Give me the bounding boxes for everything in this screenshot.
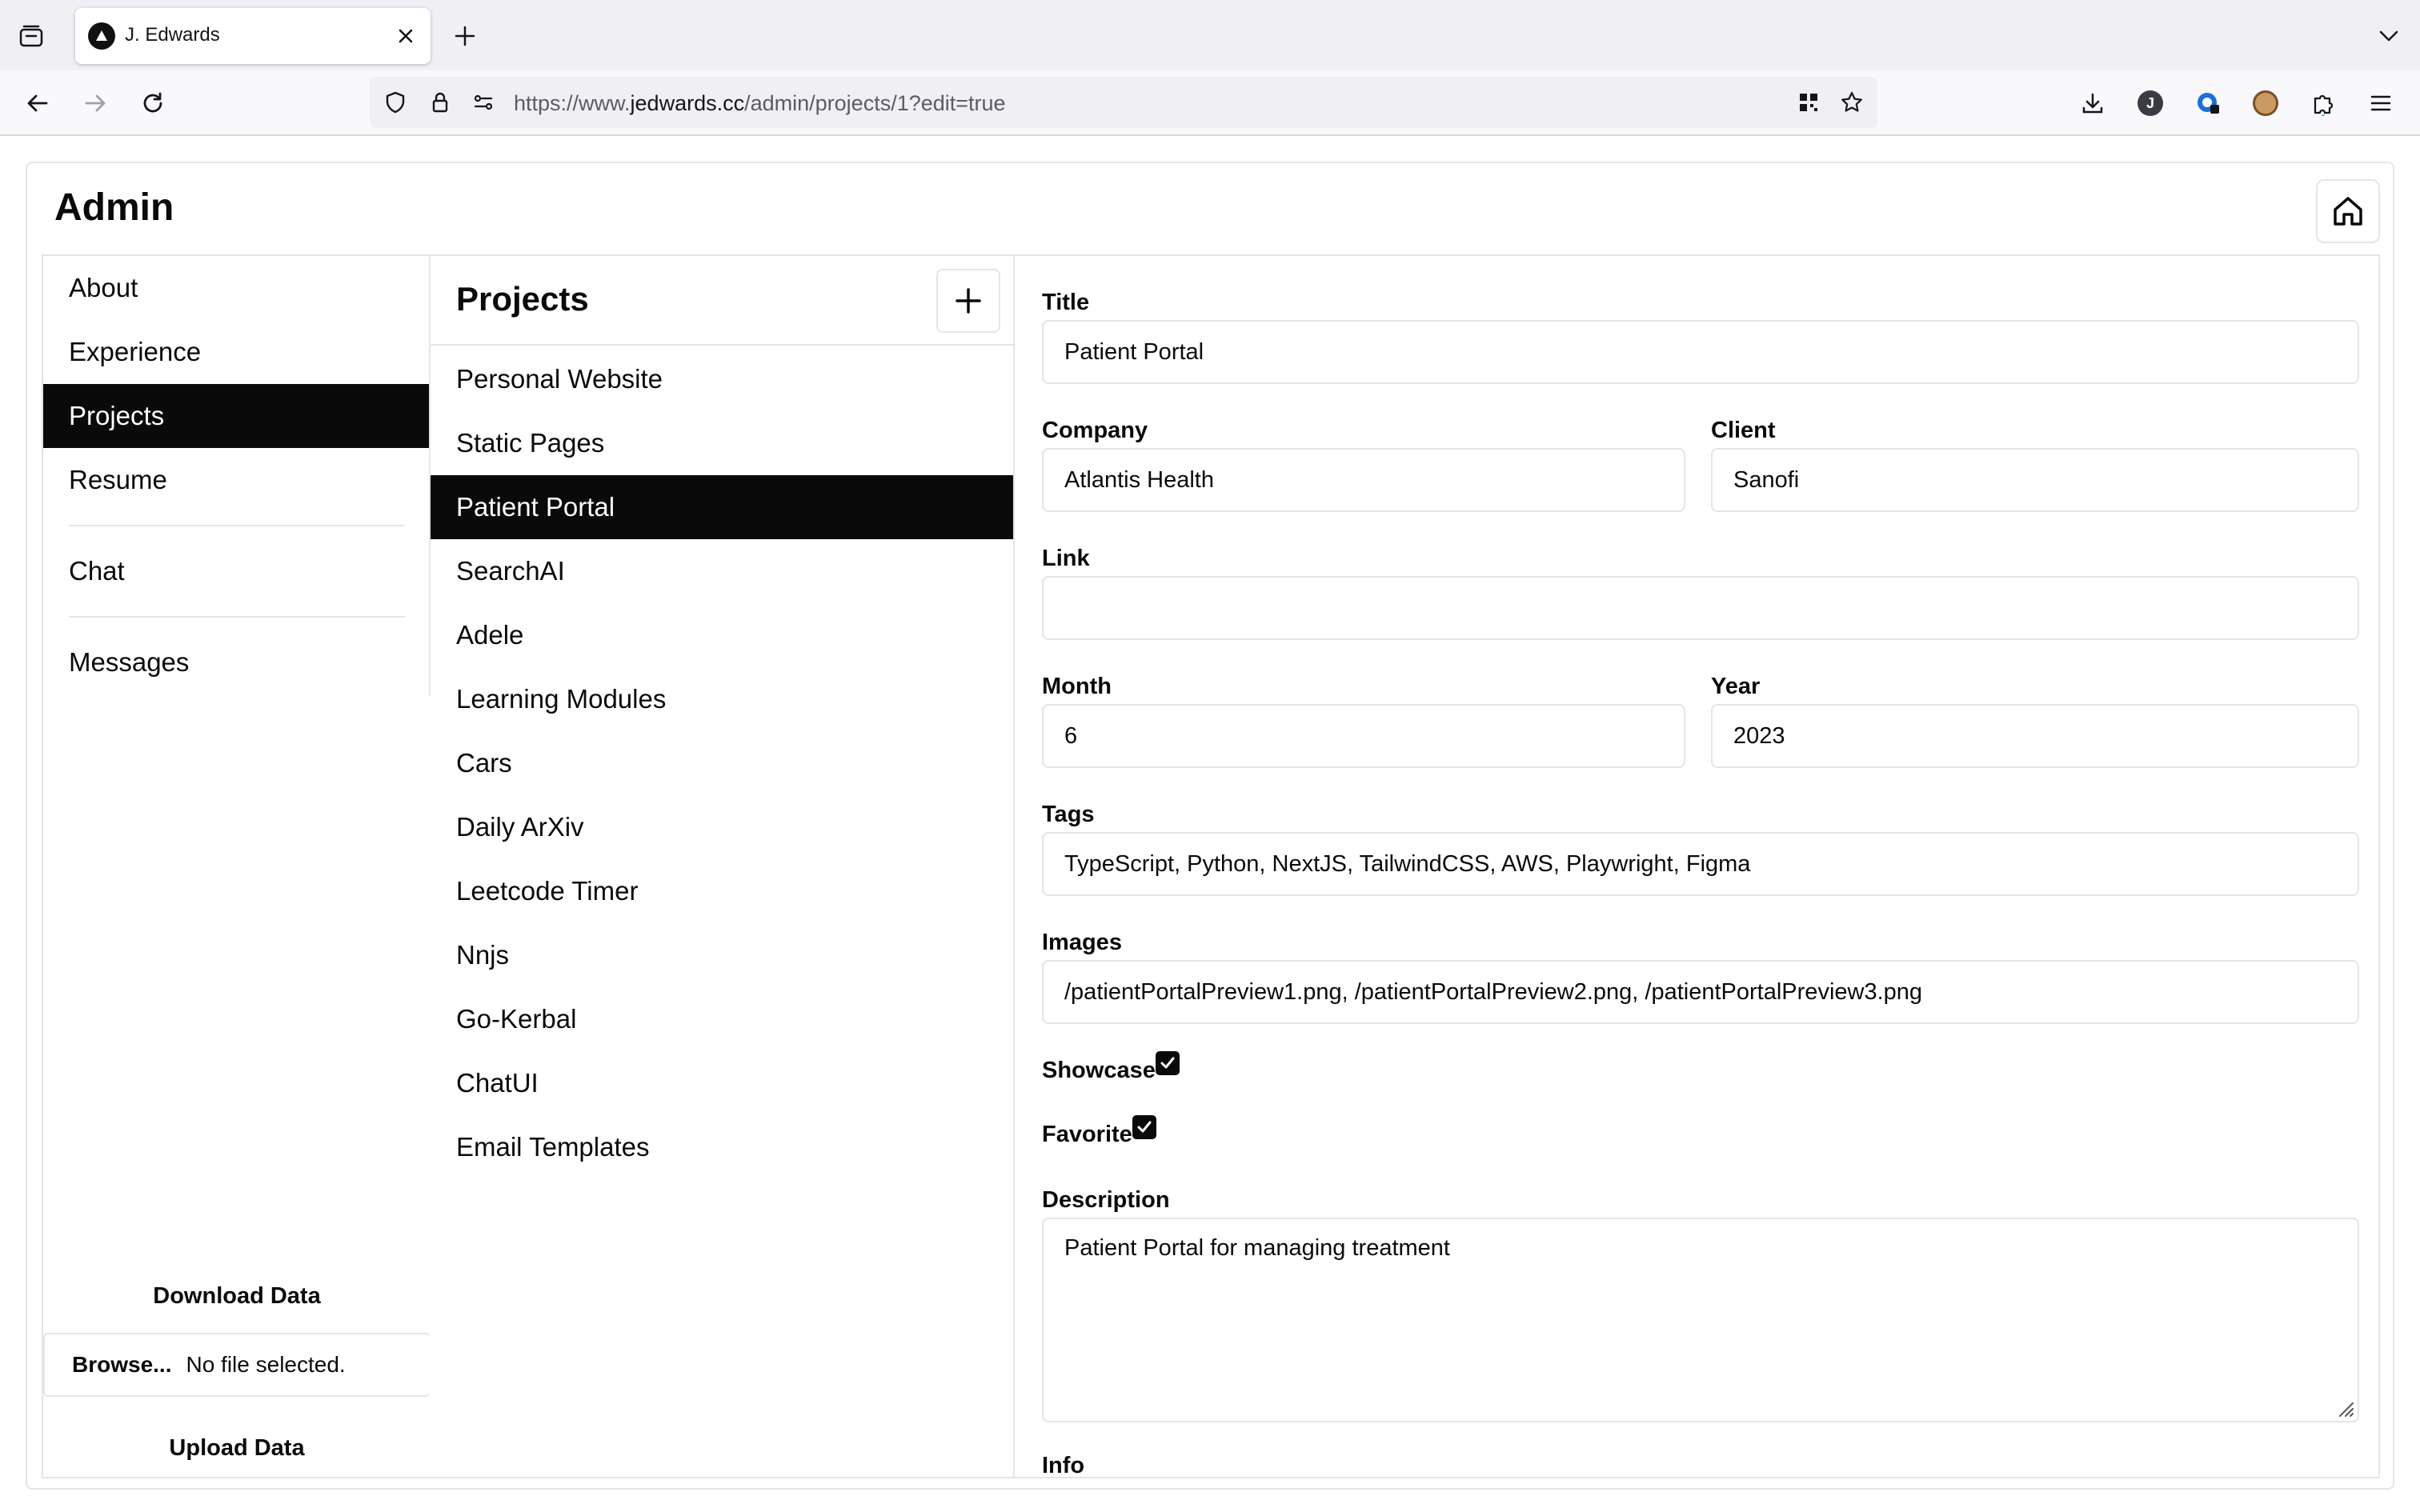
- new-tab-icon[interactable]: [448, 19, 482, 53]
- close-tab-icon[interactable]: [392, 22, 419, 50]
- profile-avatar[interactable]: J: [2132, 85, 2169, 122]
- images-input[interactable]: /patientPortalPreview1.png, /patientPort…: [1042, 960, 2359, 1024]
- tab-list-icon[interactable]: [14, 19, 48, 53]
- bookmark-star-icon[interactable]: [1837, 88, 1866, 117]
- month-input[interactable]: 6: [1042, 704, 1685, 768]
- add-project-button[interactable]: [936, 269, 1000, 333]
- project-item[interactable]: Learning Modules: [431, 667, 1013, 731]
- forward-arrow-icon[interactable]: [77, 85, 114, 122]
- url-path: /admin/projects/1?edit=true: [744, 91, 1006, 115]
- downloads-icon[interactable]: [2074, 85, 2111, 122]
- upload-data-button[interactable]: Upload Data: [43, 1418, 431, 1478]
- project-item[interactable]: Daily ArXiv: [431, 795, 1013, 859]
- year-label: Year: [1711, 674, 1761, 699]
- description-label: Description: [1042, 1187, 1170, 1213]
- project-item[interactable]: Go-Kerbal: [431, 987, 1013, 1051]
- sidebar-item-experience[interactable]: Experience: [43, 320, 429, 384]
- project-item[interactable]: Personal Website: [431, 347, 1013, 411]
- info-label: Info: [1042, 1453, 1085, 1477]
- project-edit-form: Title Patient Portal Company Atlantis He…: [1015, 256, 2378, 1477]
- sidebar-item-resume[interactable]: Resume: [43, 448, 429, 512]
- favorite-checkbox[interactable]: [1132, 1115, 1156, 1139]
- sidebar-item-projects[interactable]: Projects: [43, 384, 429, 448]
- tracking-shield-icon[interactable]: [381, 88, 410, 117]
- images-label: Images: [1042, 930, 1122, 955]
- profile-initial: J: [2138, 90, 2163, 116]
- admin-card: Admin About Experience Projects Resume C…: [26, 162, 2394, 1490]
- download-data-button[interactable]: Download Data: [43, 1266, 431, 1326]
- browse-button[interactable]: Browse...: [72, 1352, 171, 1377]
- tags-input[interactable]: TypeScript, Python, NextJS, TailwindCSS,…: [1042, 832, 2359, 896]
- company-label: Company: [1042, 418, 1148, 443]
- tags-label: Tags: [1042, 802, 1095, 827]
- showcase-label: Showcase: [1042, 1058, 1156, 1083]
- sidebar-item-messages[interactable]: Messages: [43, 630, 429, 694]
- back-arrow-icon[interactable]: [19, 85, 56, 122]
- file-upload-input[interactable]: Browse... No file selected.: [43, 1333, 431, 1397]
- page-title: Admin: [54, 186, 174, 229]
- favorite-row: Favorite: [1042, 1115, 1156, 1148]
- plus-icon: [956, 288, 981, 314]
- client-label: Client: [1711, 418, 1776, 443]
- resize-handle-icon[interactable]: [2335, 1398, 2356, 1419]
- chevron-down-icon[interactable]: [2372, 19, 2406, 53]
- year-input[interactable]: 2023: [1711, 704, 2359, 768]
- project-item[interactable]: Nnjs: [431, 923, 1013, 987]
- sidebar: About Experience Projects Resume Chat Me…: [43, 256, 431, 1477]
- home-button[interactable]: [2316, 179, 2380, 243]
- project-item[interactable]: Static Pages: [431, 411, 1013, 475]
- site-favicon-icon: [88, 22, 115, 50]
- url-prefix: https://www.: [514, 91, 631, 115]
- sidebar-item-about[interactable]: About: [43, 256, 429, 320]
- showcase-row: Showcase: [1042, 1051, 1180, 1084]
- description-text: Patient Portal for managing treatment: [1064, 1235, 1450, 1261]
- url-host: jedwards.cc: [630, 91, 745, 115]
- hamburger-menu-icon[interactable]: [2362, 85, 2399, 122]
- title-label: Title: [1042, 290, 1090, 315]
- link-label: Link: [1042, 546, 1090, 571]
- file-status-text: No file selected.: [186, 1352, 346, 1377]
- address-bar[interactable]: https://www.jedwards.cc/admin/projects/1…: [370, 77, 1877, 128]
- project-item-selected[interactable]: Patient Portal: [431, 475, 1013, 539]
- password-manager-icon[interactable]: [2190, 85, 2226, 122]
- browser-tab[interactable]: J. Edwards: [75, 8, 431, 64]
- lock-icon[interactable]: [426, 88, 455, 117]
- projects-title: Projects: [456, 280, 589, 318]
- checkmark-icon: [1160, 1057, 1175, 1069]
- project-item[interactable]: ChatUI: [431, 1051, 1013, 1115]
- project-item[interactable]: Email Templates: [431, 1115, 1013, 1179]
- company-input[interactable]: Atlantis Health: [1042, 448, 1685, 512]
- permissions-icon[interactable]: [469, 88, 498, 117]
- reload-icon[interactable]: [134, 85, 171, 122]
- extension-avatar-icon[interactable]: [2247, 85, 2284, 122]
- projects-header: Projects: [431, 256, 1013, 346]
- favorite-label: Favorite: [1042, 1122, 1132, 1147]
- admin-panel: About Experience Projects Resume Chat Me…: [42, 254, 2380, 1478]
- title-input[interactable]: Patient Portal: [1042, 320, 2359, 384]
- project-item[interactable]: Cars: [431, 731, 1013, 795]
- description-textarea[interactable]: Patient Portal for managing treatment: [1042, 1218, 2359, 1422]
- sidebar-divider: [69, 616, 405, 618]
- client-input[interactable]: Sanofi: [1711, 448, 2359, 512]
- month-label: Month: [1042, 674, 1112, 699]
- project-item[interactable]: SearchAI: [431, 539, 1013, 603]
- tab-title: J. Edwards: [125, 24, 220, 46]
- browser-tab-strip: J. Edwards: [0, 0, 2420, 70]
- extensions-puzzle-icon[interactable]: [2305, 85, 2342, 122]
- sidebar-item-chat[interactable]: Chat: [43, 539, 429, 603]
- project-item[interactable]: Leetcode Timer: [431, 859, 1013, 923]
- home-icon: [2334, 197, 2362, 226]
- sidebar-divider: [69, 525, 405, 526]
- project-item[interactable]: Adele: [431, 603, 1013, 667]
- checkmark-icon: [1137, 1121, 1152, 1133]
- qr-code-icon[interactable]: [1794, 88, 1823, 117]
- link-input[interactable]: [1042, 576, 2359, 640]
- showcase-checkbox[interactable]: [1155, 1051, 1180, 1075]
- url-text[interactable]: https://www.jedwards.cc/admin/projects/1…: [514, 91, 1006, 116]
- projects-list-panel: Projects Personal Website Static Pages P…: [431, 256, 1015, 1477]
- browser-navbar: https://www.jedwards.cc/admin/projects/1…: [0, 70, 2420, 136]
